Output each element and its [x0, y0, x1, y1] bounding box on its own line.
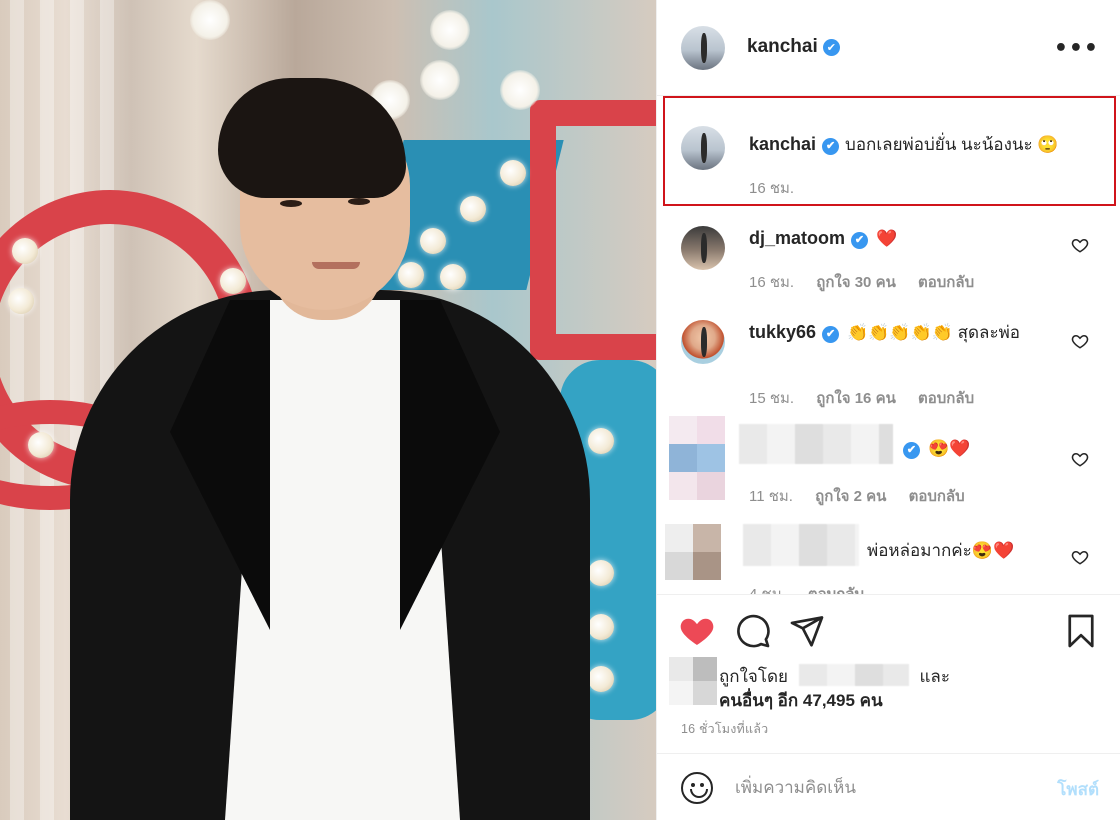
comment-item: dj_matoom ✔ ❤️ 16 ชม. ถูกใจ 30 คน ตอบกลับ — [657, 216, 1120, 316]
liker-avatar[interactable] — [669, 657, 717, 705]
like-comment-heart-icon[interactable] — [1071, 450, 1089, 468]
liked-by-prefix: ถูกใจโดย — [719, 667, 788, 686]
marquee-bulb — [8, 288, 34, 314]
liked-by-and: และ — [919, 667, 950, 686]
marquee-bulb — [500, 160, 526, 186]
bookmark-icon[interactable] — [1063, 613, 1099, 649]
comment-input[interactable] — [735, 770, 1025, 806]
marquee-bulb — [220, 268, 246, 294]
like-comment-heart-icon[interactable] — [1071, 236, 1089, 254]
marquee-bulb — [588, 560, 614, 586]
comment-text: ❤️ — [876, 229, 898, 248]
flower-decoration — [190, 0, 230, 40]
verified-badge-icon: ✔ — [822, 326, 840, 343]
person-eye — [348, 198, 370, 205]
author-avatar[interactable] — [681, 26, 725, 70]
post-actions: ถูกใจโดย และ คนอื่นๆ อีก 47,495 คน 16 ชั… — [657, 594, 1120, 820]
comment-username[interactable]: dj_matoom — [749, 228, 845, 248]
person-eye — [280, 200, 302, 207]
verified-badge-icon: ✔ — [822, 138, 840, 155]
post-header: kanchai ✔ ••• — [657, 0, 1120, 96]
marquee-bulb — [420, 228, 446, 254]
marquee-bulb — [440, 264, 466, 290]
comment-icon[interactable] — [735, 613, 771, 649]
comment-username[interactable]: tukky66 — [749, 322, 816, 342]
comment-meta: 16 ชม. ถูกใจ 30 คน ตอบกลับ — [749, 270, 992, 294]
like-comment-heart-icon[interactable] — [1071, 548, 1089, 566]
comment-meta: 15 ชม. ถูกใจ 16 คน ตอบกลับ — [749, 386, 992, 410]
heart-filled-icon[interactable] — [679, 613, 715, 649]
reply-button[interactable]: ตอบกลับ — [909, 488, 965, 505]
verified-badge-icon: ✔ — [822, 39, 840, 56]
blurred-username — [743, 524, 859, 566]
comment-text: 👏👏👏👏👏 สุดละพ่อ — [847, 323, 1020, 342]
like-comment-heart-icon[interactable] — [1071, 332, 1089, 350]
caption: kanchai ✔ บอกเลยพ่อบ่ยั่น นะน้องนะ 🙄 16 ชม… — [657, 96, 1120, 206]
caption-text: บอกเลยพ่อบ่ยั่น นะน้องนะ 🙄 — [845, 135, 1059, 154]
more-options-icon[interactable]: ••• — [1054, 36, 1099, 61]
blurred-liker-name[interactable] — [798, 664, 909, 686]
comment-time[interactable]: 11 ชม. — [749, 488, 793, 505]
comment-text-row: tukky66 ✔ 👏👏👏👏👏 สุดละพ่อ — [749, 320, 1039, 345]
comment-text-row: พ่อหล่อมากค่ะ😍❤️ — [861, 538, 1014, 563]
post-sidebar: kanchai ✔ ••• kanchai ✔ บอกเลยพ่อบ่ยั่น นะ… — [656, 0, 1120, 820]
comment-text: พ่อหล่อมากค่ะ😍❤️ — [867, 541, 1015, 560]
comment-meta: 4 ชม. ตอบกลับ — [749, 582, 882, 594]
marquee-bulb — [588, 428, 614, 454]
liked-by-line: ถูกใจโดย และ — [719, 663, 950, 690]
caption-time[interactable]: 16 ชม. — [749, 180, 794, 197]
author-username[interactable]: kanchai — [747, 36, 818, 57]
reply-button[interactable]: ตอบกลับ — [918, 274, 974, 291]
comment-item: พ่อหล่อมากค่ะ😍❤️ 4 ชม. ตอบกลับ — [657, 520, 1120, 594]
flower-decoration — [430, 10, 470, 50]
comment-likes[interactable]: ถูกใจ 30 คน — [816, 274, 896, 291]
marquee-bulb — [12, 238, 38, 264]
flower-decoration — [500, 70, 540, 110]
caption-meta: 16 ชม. — [749, 176, 812, 200]
flower-decoration — [420, 60, 460, 100]
comment-composer: โพสต์ — [657, 753, 1120, 820]
comment-text-row: dj_matoom ✔ ❤️ — [749, 226, 897, 251]
comment-likes[interactable]: ถูกใจ 2 คน — [815, 488, 886, 505]
comment-item: ✔ 😍❤️ 11 ชม. ถูกใจ 2 คน ตอบกลับ — [657, 414, 1120, 514]
reply-button[interactable]: ตอบกลับ — [808, 586, 864, 594]
caption-username[interactable]: kanchai — [749, 134, 816, 154]
liked-by-others-line[interactable]: คนอื่นๆ อีก 47,495 คน — [719, 687, 883, 714]
commenter-avatar[interactable] — [681, 320, 725, 364]
comment-text-row: ✔ 😍❤️ — [897, 436, 970, 461]
blurred-avatar[interactable] — [669, 416, 725, 500]
commenter-avatar[interactable] — [681, 226, 725, 270]
marquee-bulb — [588, 666, 614, 692]
person-mouth — [312, 262, 360, 269]
likes-count[interactable]: คนอื่นๆ อีก 47,495 คน — [719, 691, 883, 710]
comment-time[interactable]: 15 ชม. — [749, 390, 794, 407]
comments-list[interactable]: kanchai ✔ บอกเลยพ่อบ่ยั่น นะน้องนะ 🙄 16 ชม… — [657, 96, 1120, 594]
marquee-bulb — [460, 196, 486, 222]
paper-plane-icon[interactable] — [789, 613, 825, 649]
comment-text: 😍❤️ — [928, 439, 971, 458]
comment-time[interactable]: 16 ชม. — [749, 274, 794, 291]
reply-button[interactable]: ตอบกลับ — [918, 390, 974, 407]
marquee-bulb — [28, 432, 54, 458]
post-comment-button[interactable]: โพสต์ — [1057, 776, 1099, 803]
caption-text-row: kanchai ✔ บอกเลยพ่อบ่ยั่น นะน้องนะ 🙄 — [749, 132, 1059, 157]
verified-badge-icon: ✔ — [851, 232, 869, 249]
post-photo[interactable] — [0, 0, 656, 820]
blurred-username — [739, 424, 893, 464]
comment-meta: 11 ชม. ถูกใจ 2 คน ตอบกลับ — [749, 484, 983, 508]
smiley-icon[interactable] — [681, 772, 713, 804]
comment-time[interactable]: 4 ชม. — [749, 586, 786, 594]
author-name-row: kanchai ✔ — [747, 36, 840, 58]
post-time-ago[interactable]: 16 ชั่วโมงที่แล้ว — [681, 719, 768, 739]
marquee-bulb — [588, 614, 614, 640]
comment-likes[interactable]: ถูกใจ 16 คน — [816, 390, 896, 407]
marquee-sign — [530, 100, 656, 360]
caption-avatar[interactable] — [681, 126, 725, 170]
blurred-avatar[interactable] — [665, 524, 721, 580]
marquee-bulb — [398, 262, 424, 288]
verified-badge-icon: ✔ — [903, 442, 920, 459]
